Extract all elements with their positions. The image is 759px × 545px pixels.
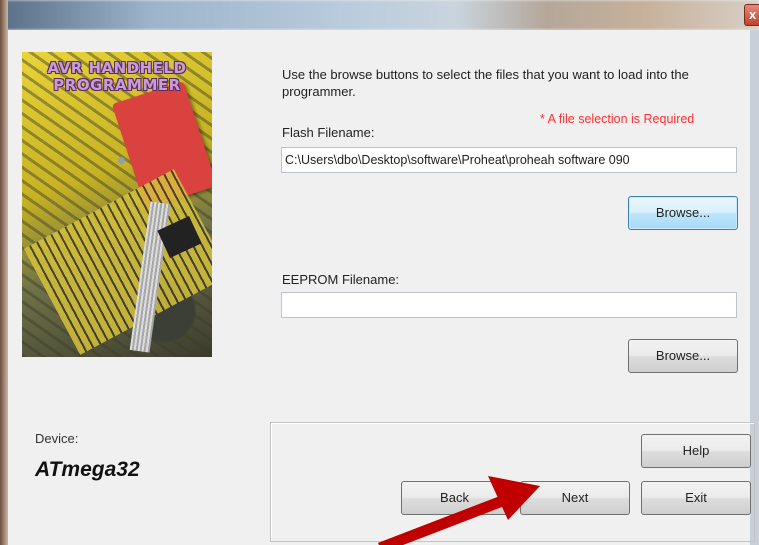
- close-button[interactable]: x: [744, 4, 759, 26]
- eeprom-filename-input[interactable]: [281, 292, 737, 318]
- logo-line-2: PROGRAMMER: [53, 76, 181, 94]
- logo-line-1: AVR HANDHELD: [47, 59, 187, 77]
- flash-filename-label: Flash Filename:: [282, 125, 375, 140]
- led-illustration: [118, 157, 125, 164]
- exit-button[interactable]: Exit: [641, 481, 751, 515]
- required-note: * A file selection is Required: [540, 112, 695, 126]
- flash-filename-input[interactable]: C:\Users\dbo\Desktop\software\Proheat\pr…: [281, 147, 737, 173]
- window-frame-left: [0, 0, 8, 545]
- flash-browse-button[interactable]: Browse...: [628, 196, 738, 230]
- window-titlebar: [0, 0, 759, 30]
- annotation-arrow-icon: [378, 476, 540, 545]
- circuit-board-illustration: [23, 169, 212, 355]
- device-name: ATmega32: [35, 458, 140, 481]
- device-caption: Device:: [35, 431, 79, 446]
- product-logo-text: AVR HANDHELD PROGRAMMER: [22, 60, 212, 94]
- eeprom-filename-label: EEPROM Filename:: [282, 272, 400, 287]
- eeprom-browse-button[interactable]: Browse...: [628, 339, 738, 373]
- help-button[interactable]: Help: [641, 434, 751, 468]
- close-icon: x: [749, 7, 757, 22]
- instructions-text: Use the browse buttons to select the fil…: [282, 67, 689, 99]
- product-image: AVR HANDHELD PROGRAMMER: [22, 52, 212, 357]
